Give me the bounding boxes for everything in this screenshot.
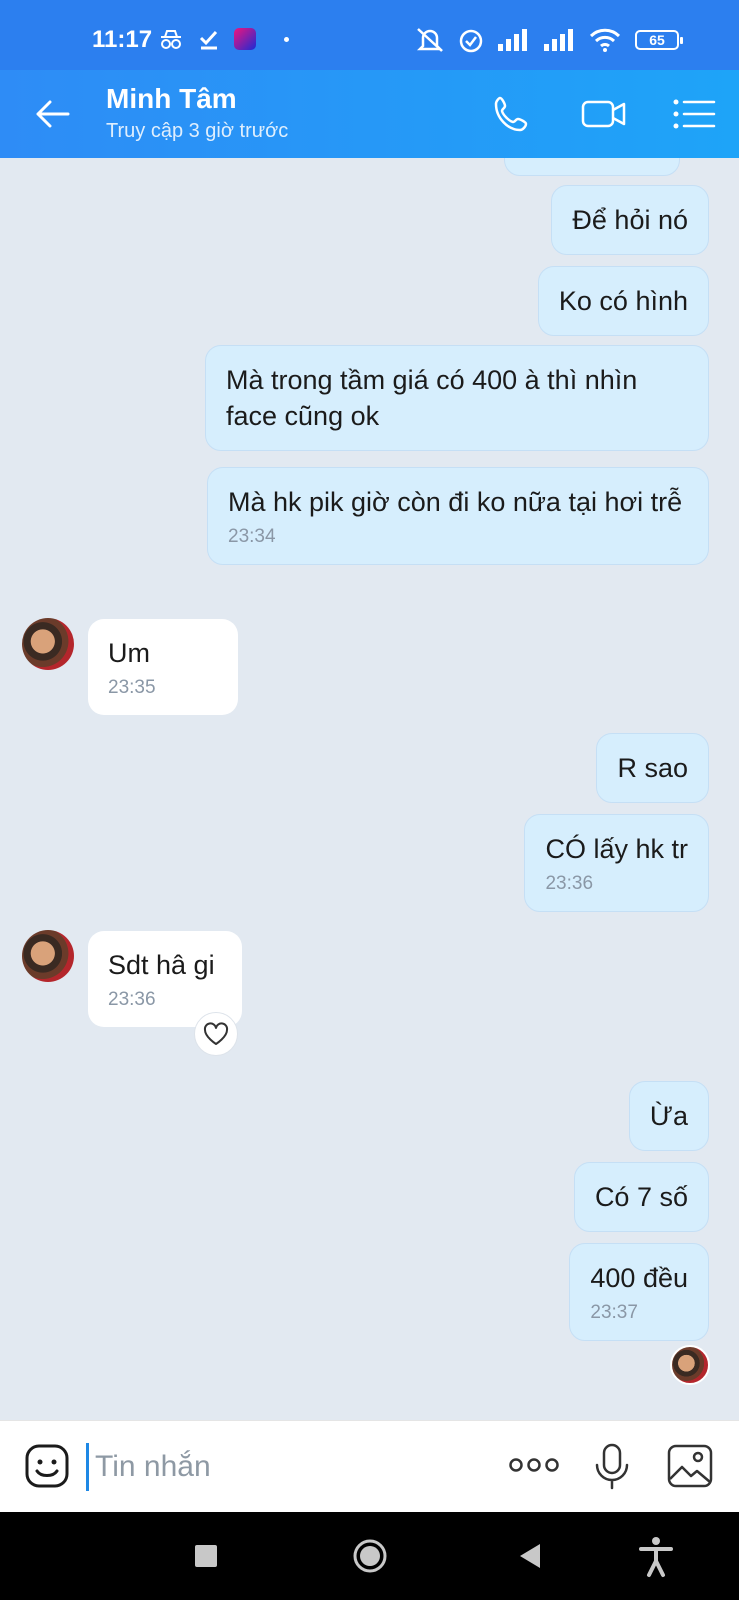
message-time: 23:35 [108,677,156,698]
avatar[interactable] [22,930,74,982]
phone-icon[interactable] [488,90,536,138]
message-text: Mà hk pik giờ còn đi ko nữa tại hơi trễ [228,487,683,517]
signal-icon [498,29,527,51]
message-text: CÓ lấy hk tr [545,834,688,864]
message-bubble[interactable]: R sao [596,733,709,803]
message-bubble[interactable]: Mà trong tầm giá có 400 à thì nhìn face … [205,345,709,451]
message-time: 23:37 [590,1302,638,1323]
more-options-icon[interactable] [508,1453,560,1477]
seen-avatar [670,1345,710,1385]
signal-icon [544,29,573,51]
message-bubble[interactable]: Um 23:35 [88,619,238,715]
dot-icon [284,36,289,42]
image-gallery-icon[interactable] [666,1443,714,1489]
react-heart-button[interactable] [194,1012,238,1056]
message-text: Sdt hâ gi [108,950,215,980]
video-call-icon[interactable] [580,90,628,138]
chat-header: Minh Tâm Truy cập 3 giờ trước [0,70,739,158]
sticker-emoji-icon[interactable] [24,1443,70,1489]
incognito-icon [161,30,181,49]
system-nav-bar [0,1512,739,1600]
mute-icon [416,28,444,52]
wifi-icon [589,28,621,52]
status-bar: 11:17 65 [0,0,739,70]
message-text: 400 đều [590,1263,688,1293]
check-download-icon [199,30,218,50]
message-time: 23:36 [108,989,156,1010]
contact-name[interactable]: Minh Tâm [106,83,237,115]
message-bubble-partial[interactable] [504,158,680,176]
back-triangle-icon[interactable] [508,1534,552,1578]
last-seen-status: Truy cập 3 giờ trước [106,120,289,142]
accessibility-icon[interactable] [634,1534,678,1578]
message-time: 23:36 [545,873,594,894]
lazada-app-icon [234,28,256,50]
message-text: Có 7 số [594,1182,688,1212]
message-text: Um [108,638,150,668]
message-time: 23:34 [228,526,276,547]
avatar[interactable] [22,618,74,670]
message-text: Mà trong tầm giá có 400 à thì nhìn face … [226,365,638,431]
system-icons [415,26,621,54]
message-bubble[interactable]: Mà hk pik giờ còn đi ko nữa tại hơi trễ … [207,467,709,565]
notification-icons [158,28,289,50]
message-bubble[interactable]: Có 7 số [573,1162,709,1232]
message-bubble[interactable]: Ko có hình [537,266,709,336]
message-bubble[interactable]: 400 đều 23:37 [569,1243,709,1341]
home-circle-icon[interactable] [348,1534,392,1578]
recents-square-icon[interactable] [184,1534,228,1578]
menu-list-icon[interactable] [670,90,718,138]
message-list[interactable]: Để hỏi nó Ko có hình Mà trong tầm giá có… [0,158,739,1420]
message-bubble[interactable]: CÓ lấy hk tr 23:36 [524,814,709,912]
message-text: Để hỏi nó [572,205,688,235]
message-composer [0,1420,739,1513]
heart-icon [203,1022,229,1045]
status-time: 11:17 [92,26,153,53]
message-bubble[interactable]: Để hỏi nó [551,185,709,255]
message-text: Ko có hình [558,286,688,316]
message-bubble[interactable]: Ừa [628,1081,709,1151]
message-input[interactable] [86,1443,477,1491]
message-text: R sao [617,753,688,783]
microphone-icon[interactable] [592,1443,632,1491]
back-arrow-icon[interactable] [30,92,74,136]
alarm-icon [459,29,483,53]
message-text: Ừa [649,1101,688,1131]
battery-icon: 65 [635,30,683,50]
